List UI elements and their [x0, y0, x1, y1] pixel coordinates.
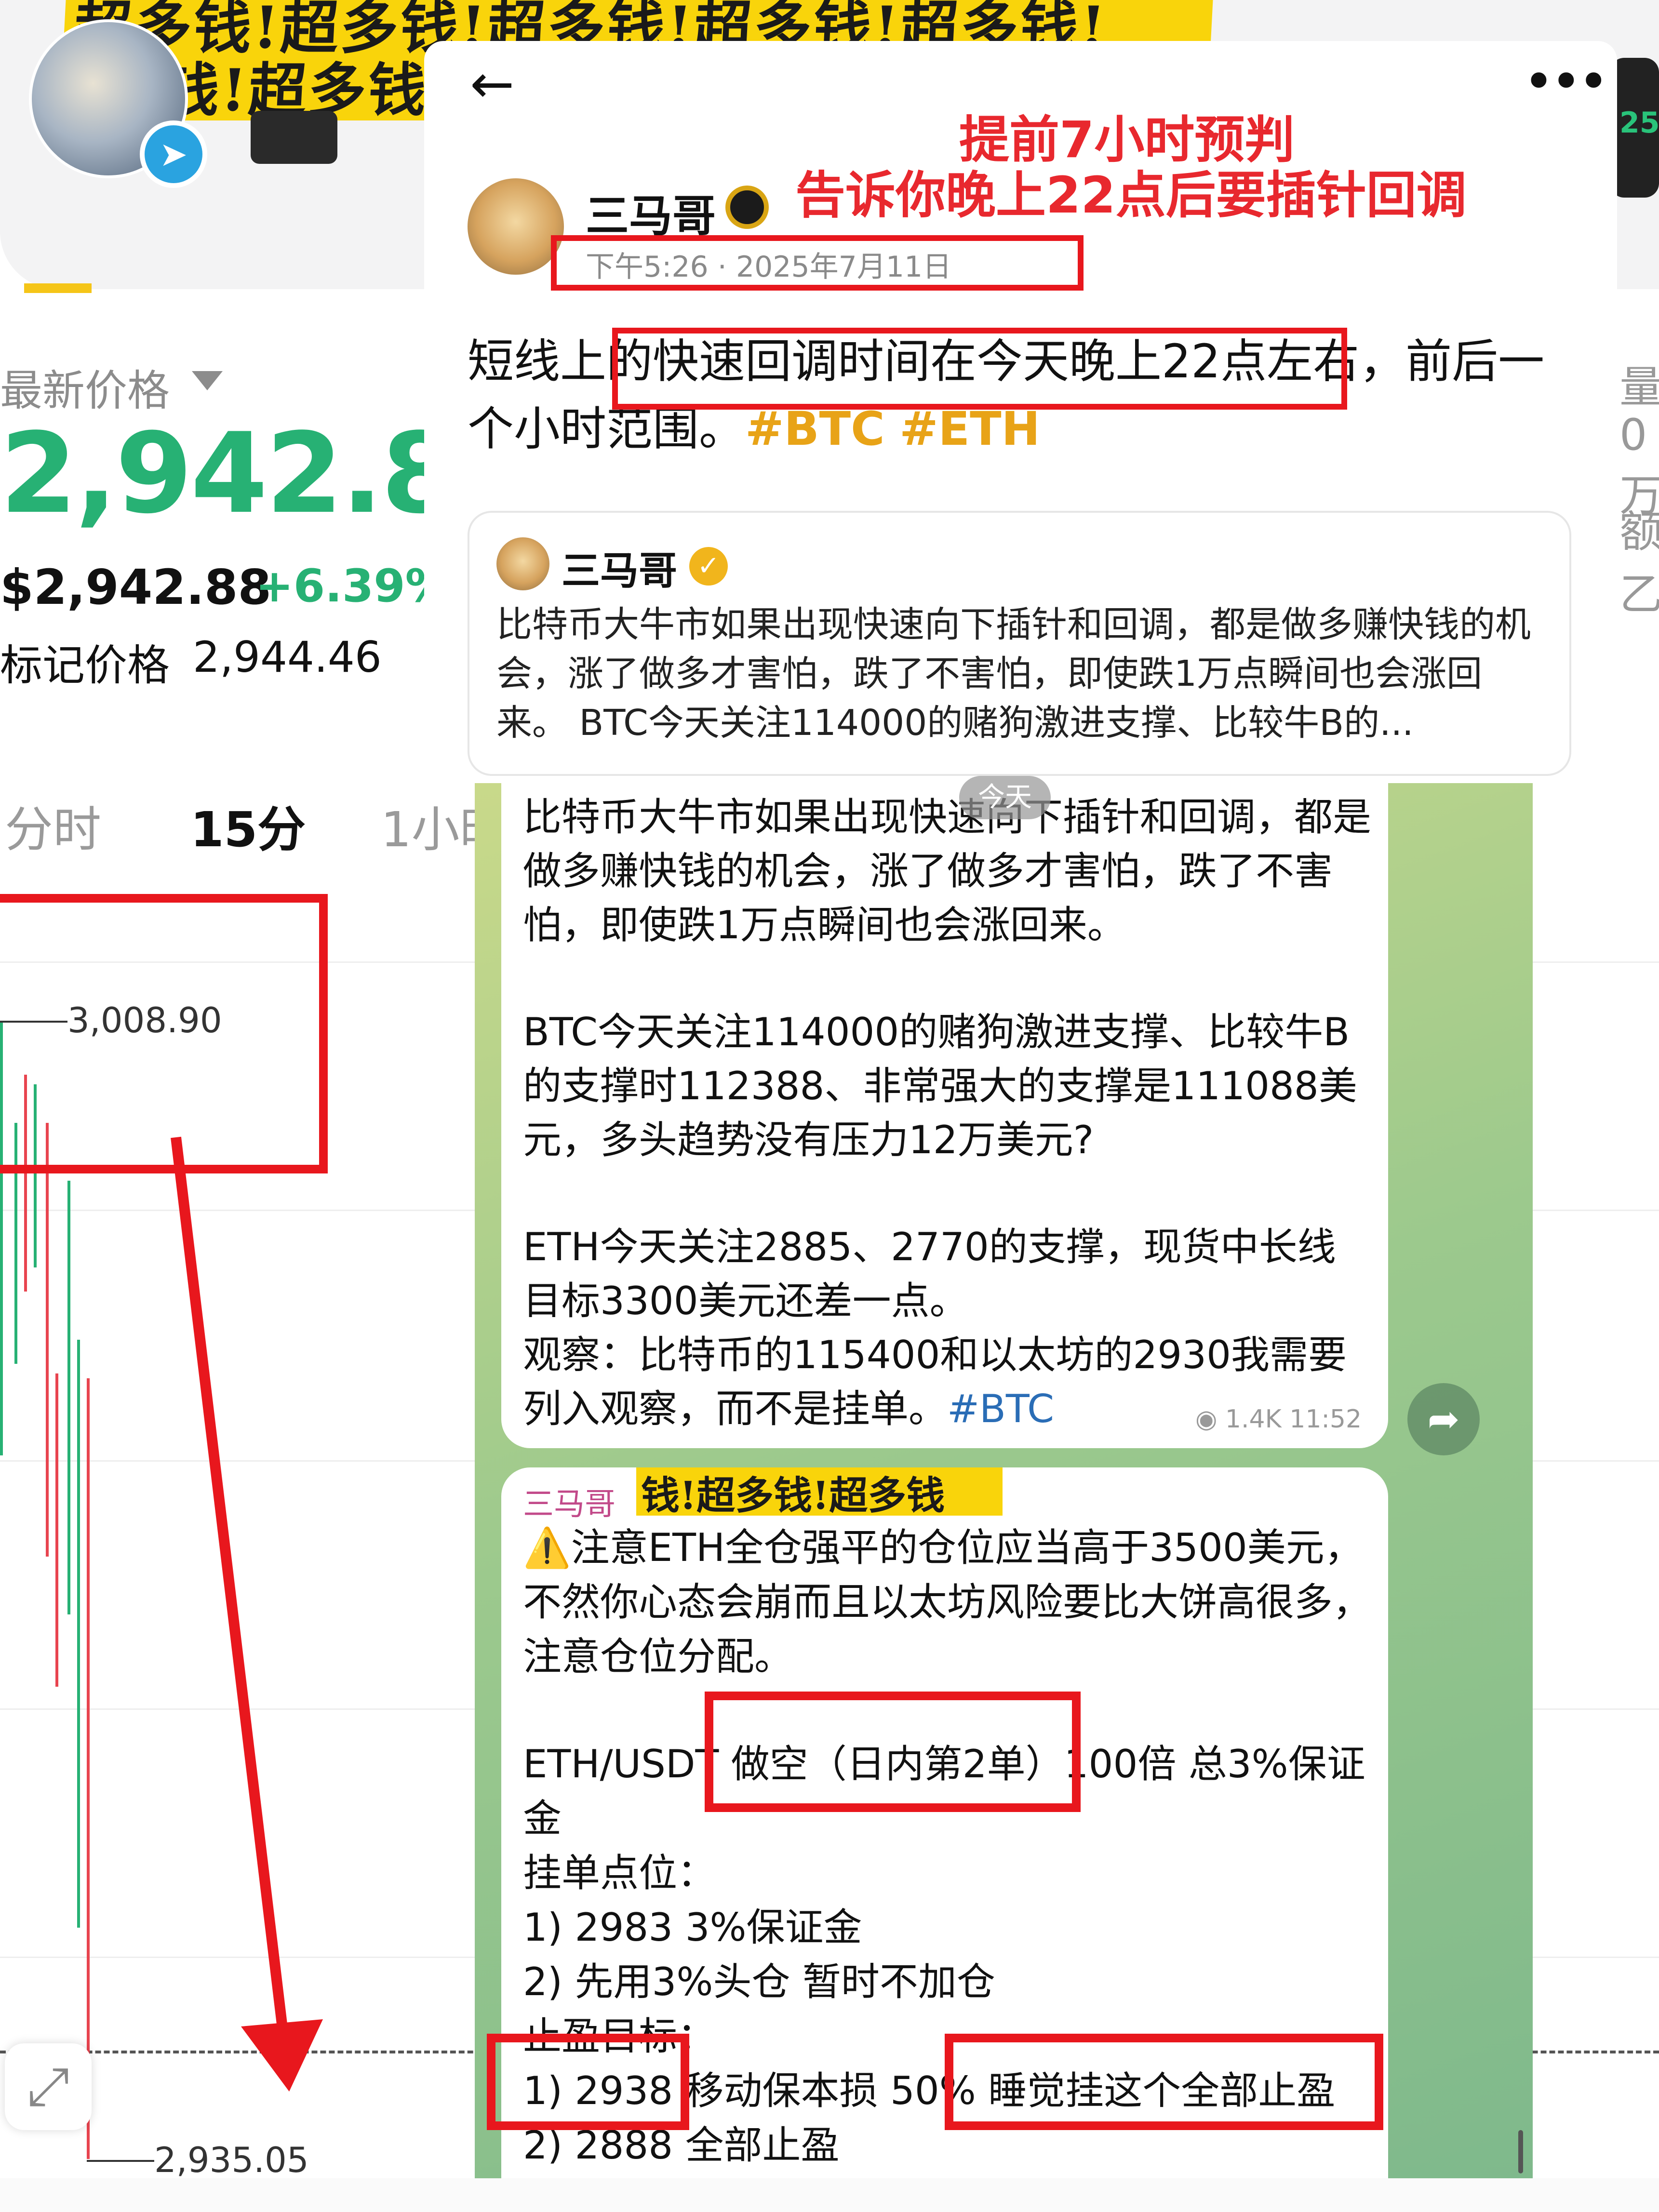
bottom-strip [0, 2178, 1659, 2212]
message-2-sender[interactable]: 三马哥 [523, 1479, 615, 1524]
candle [67, 1181, 70, 1614]
message-1-text: 比特币大牛市如果出现快速向下插针和回调，都是做多赚快钱的机会，涨了做多才害怕，跌… [523, 790, 1371, 1436]
annotation-line-2: 告诉你晚上22点后要插针回调 [795, 166, 1467, 225]
message-1-paragraph: ETH今天关注2885、2770的支撑，现货中长线目标3300美元还差一点。 [523, 1225, 1336, 1323]
last-price: 2,942.8 [0, 410, 458, 538]
scrollbar[interactable] [1518, 2130, 1523, 2173]
usd-price: $2,942.88 [0, 559, 272, 615]
quote-author-name: 三马哥 [562, 548, 677, 593]
hashtag-btc[interactable]: #BTC [745, 402, 885, 456]
highlight-box-take-profit [487, 2034, 689, 2130]
price-change-percent: +6.39% [255, 560, 451, 613]
mark-price-label: 标记价格 [0, 640, 170, 690]
message-2-banner-text: 钱!超多钱!超多钱 [641, 1473, 945, 1516]
message-views-time: ◉ 1.4K 11:52 [1195, 1405, 1362, 1434]
verified-check-icon: ✓ [689, 547, 728, 586]
more-options-icon[interactable]: ••• [1523, 51, 1609, 112]
right-label-amount: 额 [1619, 506, 1659, 557]
hashtag-eth[interactable]: #ETH [899, 402, 1040, 456]
side-thumb-value: 25 [1619, 106, 1659, 140]
timeframe-tab-tick[interactable]: 分时 [5, 790, 101, 860]
entry-1: 1) 2983 3%保证金 [523, 1905, 862, 1950]
verified-badge-icon [725, 186, 769, 229]
caret-down-icon[interactable] [192, 371, 223, 390]
message-1-paragraph: 比特币大牛市如果出现快速向下插针和回调，都是做多赚快钱的机会，涨了做多才害怕，跌… [523, 795, 1371, 947]
message-1-paragraph: BTC今天关注114000的赌狗激进支撑、比较牛B的支撑时112388、非常强大… [523, 1010, 1357, 1162]
hashtag-link[interactable]: #BTC [947, 1386, 1054, 1431]
right-label-volume: 量 [1619, 362, 1659, 413]
candle [46, 1123, 49, 1557]
author-avatar[interactable] [468, 178, 564, 275]
author-name[interactable]: 三马哥 [586, 181, 716, 243]
warning-text: ⚠️注意ETH全仓强平的仓位应当高于3500美元，不然你心态会崩而且以太坊风险要… [523, 1525, 1371, 1679]
back-arrow-icon[interactable]: ← [470, 53, 514, 115]
highlight-box-chart-high [0, 894, 328, 1173]
mark-price-value: 2,944.46 [193, 632, 382, 682]
quote-author-avatar [496, 537, 549, 590]
telegram-icon: ➤ [140, 120, 207, 188]
side-thumbnail[interactable]: 25 [1610, 58, 1659, 198]
low-marker-line [87, 2160, 154, 2162]
quote-text: 比特币大牛市如果出现快速向下插针和回调，都是做多赚快钱的机会，涨了做多才害怕，跌… [496, 604, 1531, 744]
right-label-amount-value: 乙 [1619, 569, 1659, 620]
message-2-banner: 钱!超多钱!超多钱 [636, 1467, 1003, 1516]
timeframe-tab-15m[interactable]: 15分 [190, 790, 306, 860]
highlight-box-short-order [705, 1692, 1081, 1812]
candle [87, 1378, 90, 2159]
date-pill: 今天 [959, 776, 1051, 819]
active-tab-indicator [24, 283, 92, 293]
highlight-box-timestamp [551, 235, 1084, 291]
candle [77, 1340, 80, 1928]
entry-2: 2) 先用3%头仓 暂时不加仓 [523, 1959, 995, 2004]
candle [55, 1373, 58, 1687]
camera-icon[interactable] [251, 111, 337, 164]
entry-title: 挂单点位： [523, 1851, 716, 1895]
low-price-label: 2,935.05 [154, 2140, 309, 2180]
highlight-box-sleep-note [945, 2034, 1383, 2130]
latest-price-label[interactable]: 最新价格 [0, 357, 170, 418]
expand-icon[interactable]: ⤢ [5, 2043, 92, 2130]
share-forward-icon[interactable]: ➦ [1407, 1383, 1480, 1455]
highlight-box-claim [612, 328, 1347, 410]
